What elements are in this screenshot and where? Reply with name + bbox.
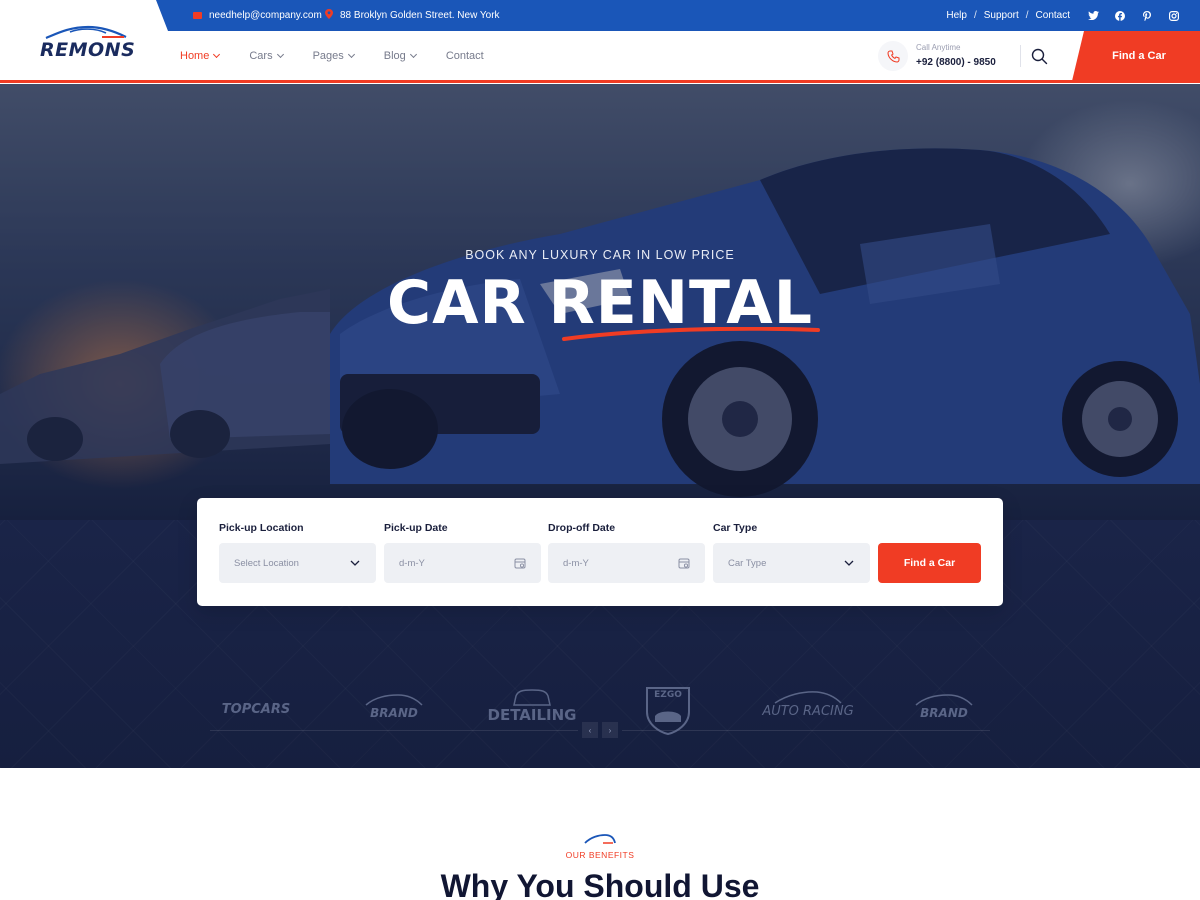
benefits-section: OUR BENEFITS Why You Should Use <box>0 768 1200 900</box>
phone-icon[interactable] <box>878 41 908 71</box>
car-front-icon <box>513 689 551 706</box>
title-underline-swoosh <box>562 327 820 341</box>
support-link[interactable]: Support <box>984 10 1019 21</box>
hero-subtitle: BOOK ANY LUXURY CAR IN LOW PRICE <box>465 248 735 262</box>
booking-form: Pick-up Location Select Location Pick-up… <box>197 498 1003 606</box>
nav-home-label: Home <box>180 50 210 62</box>
find-car-button[interactable]: Find a Car <box>878 543 981 583</box>
car-silhouette-icon <box>365 694 423 706</box>
brand-ezgo-text: EZGO <box>654 690 682 700</box>
brands-prev-button[interactable]: ‹ <box>582 722 598 738</box>
nav-home[interactable]: Home <box>180 50 221 62</box>
brand-divider-left <box>210 730 578 731</box>
chevron-down-icon <box>276 50 284 59</box>
main-header: REMONS Home Cars Pages Blog Contact Call… <box>0 25 1200 83</box>
logo-car-icon <box>45 25 127 39</box>
link-separator: / <box>973 10 977 21</box>
find-car-header-label: Find a Car <box>1112 50 1166 62</box>
topbar: needhelp@company.com 88 Broklyn Golden S… <box>0 0 1200 31</box>
benefits-title: Why You Should Use <box>440 868 760 900</box>
chevron-down-icon <box>213 50 221 59</box>
brand-auto-racing-text: AUTO RACING <box>762 704 854 719</box>
topbar-contact-strip: needhelp@company.com 88 Broklyn Golden S… <box>156 0 1200 31</box>
logo-text: REMONS <box>40 39 136 61</box>
email-text: needhelp@company.com <box>209 10 322 21</box>
search-icon[interactable] <box>1031 48 1048 65</box>
pickup-location-value: Select Location <box>234 557 299 569</box>
nav-cars-label: Cars <box>249 50 273 62</box>
chevron-down-icon <box>409 50 417 59</box>
nav-blog[interactable]: Blog <box>383 50 417 62</box>
chevron-down-icon <box>348 556 362 570</box>
nav-contact-label: Contact <box>445 50 484 62</box>
site-logo[interactable]: REMONS <box>40 25 136 81</box>
nav-blog-label: Blog <box>383 50 406 62</box>
brand-1-text: BRAND <box>370 706 418 720</box>
mail-icon <box>193 12 202 19</box>
brand-logo-ezgo[interactable]: EZGO <box>636 686 700 736</box>
pickup-date-label: Pick-up Date <box>384 522 448 534</box>
nav-contact[interactable]: Contact <box>446 50 484 62</box>
pinterest-icon[interactable] <box>1141 10 1153 22</box>
pickup-location-label: Pick-up Location <box>219 522 304 534</box>
hero-section: BOOK ANY LUXURY CAR IN LOW PRICE CAR REN… <box>0 84 1200 768</box>
car-silhouette-icon <box>915 694 973 706</box>
find-car-header-button[interactable]: Find a Car <box>1072 31 1200 81</box>
chevron-down-icon <box>347 50 355 59</box>
nav-pages-label: Pages <box>312 50 344 62</box>
nav-pages[interactable]: Pages <box>312 50 355 62</box>
brand-logo-detailing[interactable]: DETAILING <box>478 688 586 724</box>
topbar-email[interactable]: needhelp@company.com <box>193 0 322 31</box>
brand-logo-auto-racing[interactable]: AUTO RACING <box>752 690 864 719</box>
topbar-links: Help / Support / Contact <box>946 0 1070 31</box>
dropoff-date-label: Drop-off Date <box>548 522 616 534</box>
header-divider <box>1020 45 1021 67</box>
brands-next-button[interactable]: › <box>602 722 618 738</box>
brand-2-text: BRAND <box>920 706 968 720</box>
dropoff-date-value: d-m-Y <box>563 557 589 569</box>
brand-logo-brand-1[interactable]: BRAND <box>344 694 444 720</box>
benefits-kicker: OUR BENEFITS <box>565 850 635 860</box>
contact-link[interactable]: Contact <box>1036 10 1070 21</box>
benefits-car-icon <box>584 834 616 844</box>
pickup-date-input[interactable]: d-m-Y <box>384 543 541 583</box>
location-pin-icon <box>325 9 333 22</box>
link-separator: / <box>1025 10 1029 21</box>
topbar-address: 88 Broklyn Golden Street. New York <box>325 0 500 31</box>
help-link[interactable]: Help <box>946 10 967 21</box>
pickup-location-select[interactable]: Select Location <box>219 543 376 583</box>
instagram-icon[interactable] <box>1168 10 1180 22</box>
pickup-date-value: d-m-Y <box>399 557 425 569</box>
brand-logo-brand-2[interactable]: BRAND <box>894 694 994 720</box>
race-car-icon <box>774 691 842 704</box>
main-nav: Home Cars Pages Blog Contact <box>180 31 484 81</box>
calendar-icon <box>677 556 691 570</box>
brand-topcars-text: TOPCARS <box>221 702 291 717</box>
call-number[interactable]: +92 (8800) - 9850 <box>916 57 996 68</box>
dropoff-date-input[interactable]: d-m-Y <box>548 543 705 583</box>
nav-cars[interactable]: Cars <box>249 50 284 62</box>
address-text: 88 Broklyn Golden Street. New York <box>340 10 500 21</box>
car-type-value: Car Type <box>728 557 767 569</box>
social-links <box>1087 0 1180 31</box>
car-type-select[interactable]: Car Type <box>713 543 870 583</box>
call-label: Call Anytime <box>916 43 961 52</box>
brand-detailing-text: DETAILING <box>487 706 577 724</box>
car-type-label: Car Type <box>713 522 758 534</box>
twitter-icon[interactable] <box>1087 10 1099 22</box>
facebook-icon[interactable] <box>1114 10 1126 22</box>
calendar-icon <box>513 556 527 570</box>
chevron-down-icon <box>842 556 856 570</box>
brand-logo-topcars[interactable]: TOPCARS <box>206 702 306 717</box>
